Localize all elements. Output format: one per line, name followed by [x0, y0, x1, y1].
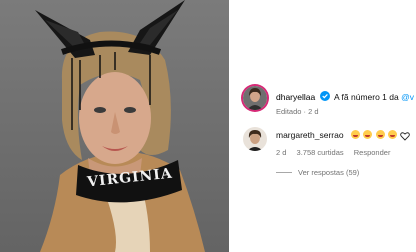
comments-panel: [229, 0, 416, 252]
comment-header: margareth_serrao: [276, 130, 398, 140]
laughing-emoji-icon: [363, 130, 373, 139]
comment-header: dharyellaa A fã número 1 da @v: [276, 91, 414, 102]
laughing-emoji-icon: [375, 130, 385, 139]
replies-divider: [276, 172, 292, 173]
edited-label: Editado: [276, 107, 302, 116]
comment-meta: Editado · 2 d: [276, 107, 319, 116]
comment-time: 2 d: [276, 148, 287, 157]
comment-meta: 2 d 3.758 curtidas Responder: [276, 148, 390, 157]
comment-time: 2 d: [308, 107, 319, 116]
laughing-emoji-icon: [350, 130, 360, 139]
avatar[interactable]: [243, 127, 267, 151]
post-image[interactable]: VIRGINIA: [0, 0, 229, 252]
verified-badge-icon: [319, 91, 330, 101]
reply-button[interactable]: Responder: [354, 148, 391, 157]
view-replies-label[interactable]: Ver respostas (59): [298, 168, 359, 177]
post-photo-illustration: [35, 0, 205, 252]
comment-username[interactable]: margareth_serrao: [276, 130, 344, 140]
view-replies[interactable]: Ver respostas (59): [276, 168, 359, 177]
meta-separator: ·: [303, 107, 307, 116]
laughing-emoji-icon: [388, 130, 398, 139]
mention-link[interactable]: @v: [401, 92, 414, 102]
avatar[interactable]: [243, 86, 267, 110]
like-heart-icon[interactable]: [400, 131, 410, 141]
comment-username[interactable]: dharyellaa: [276, 92, 315, 102]
comment-text: A fã número 1 da: [333, 92, 399, 102]
likes-count[interactable]: 3.758 curtidas: [297, 148, 344, 157]
